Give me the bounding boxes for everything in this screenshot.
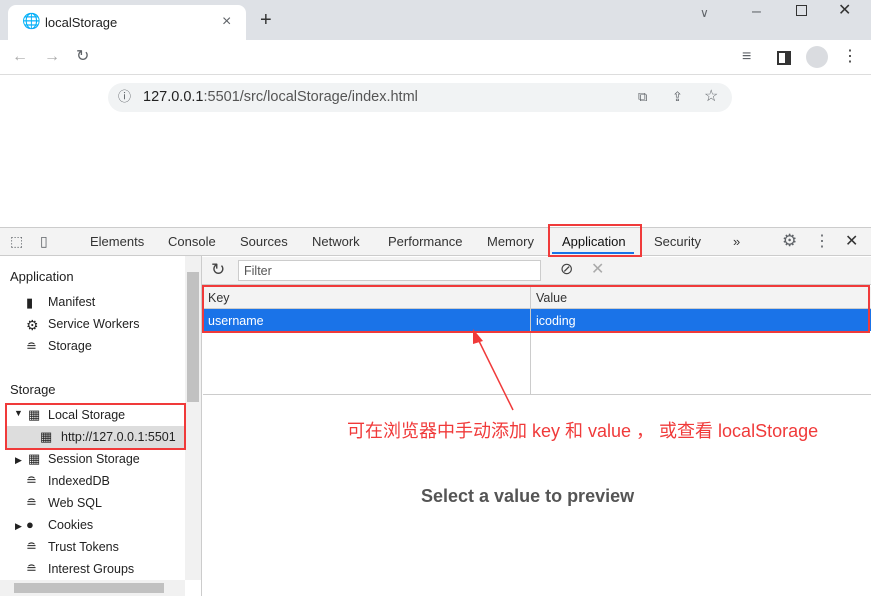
tab-performance[interactable]: Performance	[388, 234, 462, 249]
info-icon[interactable]: ⓘ	[118, 87, 131, 107]
cookie-icon: ●	[26, 517, 34, 532]
table-icon: ▦	[28, 451, 41, 466]
url-path: :5501/src/localStorage/index.html	[203, 89, 418, 105]
close-window-icon[interactable]: ✕	[838, 1, 851, 21]
back-icon[interactable]: ←	[12, 47, 28, 67]
sidebar-item-cookies[interactable]: Cookies	[48, 518, 93, 532]
database-icon: ≘	[26, 495, 37, 510]
star-icon[interactable]: ☆	[704, 87, 718, 107]
devtools-menu-icon[interactable]: ⋮	[814, 232, 830, 252]
tab-elements[interactable]: Elements	[90, 234, 144, 249]
settings-gear-icon[interactable]: ⚙	[782, 231, 797, 251]
scrollbar-thumb[interactable]	[14, 583, 164, 593]
storage-heading: Storage	[10, 382, 56, 397]
inspect-icon[interactable]: ⬚	[10, 231, 23, 251]
annotation-text: 可在浏览器中手动添加 key 和 value ， 或查看 localStorag…	[347, 421, 819, 441]
devtools-toolbar: ⬚ ▯ Elements Console Sources Network Per…	[0, 227, 871, 256]
sidebar-item-indexeddb[interactable]: IndexedDB	[48, 474, 110, 488]
tab-search-icon[interactable]: ∨	[700, 3, 709, 23]
side-panel-icon[interactable]	[777, 51, 791, 65]
menu-icon[interactable]: ⋮	[842, 47, 858, 67]
more-tabs-button[interactable]: »	[733, 234, 740, 249]
reload-icon[interactable]: ↻	[76, 47, 89, 67]
database-icon: ≘	[26, 539, 37, 554]
delete-selected-icon[interactable]: ✕	[591, 260, 604, 280]
sidebar-item-manifest[interactable]: Manifest	[48, 295, 95, 309]
browser-tab[interactable]: 🌐 localStorage ×	[8, 5, 246, 40]
preview-placeholder: Select a value to preview	[421, 486, 635, 506]
tab-strip: 🌐 localStorage × + ∨ – ✕	[0, 0, 871, 40]
highlight-application-tab	[548, 224, 642, 257]
filter-input[interactable]: Filter	[238, 260, 541, 281]
application-heading: Application	[10, 269, 74, 284]
tab-sources[interactable]: Sources	[240, 234, 288, 249]
sidebar-item-storage[interactable]: Storage	[48, 339, 92, 353]
database-icon: ≘	[26, 473, 37, 488]
tab-console[interactable]: Console	[168, 234, 216, 249]
database-icon: ≘	[26, 561, 37, 576]
refresh-icon[interactable]: ↻	[211, 260, 225, 280]
highlight-table-row	[202, 285, 870, 333]
device-toggle-icon[interactable]: ▯	[40, 231, 48, 251]
vertical-scrollbar[interactable]	[185, 256, 201, 580]
minimize-icon[interactable]: –	[752, 2, 761, 22]
close-devtools-icon[interactable]: ✕	[845, 232, 858, 252]
forward-icon[interactable]: →	[44, 47, 60, 67]
share-icon[interactable]: ⇪	[672, 87, 683, 107]
address-bar[interactable]: ⓘ 127.0.0.1:5501/src/localStorage/index.…	[108, 83, 732, 112]
close-tab-icon[interactable]: ×	[222, 12, 231, 32]
browser-toolbar: ← → ↻ ⓘ 127.0.0.1:5501/src/localStorage/…	[0, 40, 871, 112]
tab-network[interactable]: Network	[312, 234, 360, 249]
collapsed-arrow-icon[interactable]: ▶	[15, 521, 22, 532]
annotation-arrow	[473, 329, 514, 411]
horizontal-scrollbar[interactable]	[0, 580, 185, 596]
scrollbar-thumb[interactable]	[187, 272, 199, 402]
database-icon: ≘	[26, 339, 37, 354]
sidebar-item-web-sql[interactable]: Web SQL	[48, 496, 102, 510]
tab-security[interactable]: Security	[654, 234, 701, 249]
translate-icon[interactable]: ⧉	[638, 87, 647, 107]
tab-memory[interactable]: Memory	[487, 234, 534, 249]
url-host: 127.0.0.1	[143, 89, 204, 105]
clear-all-icon[interactable]: ⊘	[560, 260, 573, 280]
manifest-icon: ▮	[26, 295, 34, 310]
new-tab-button[interactable]: +	[260, 10, 272, 30]
gear-icon: ⚙	[26, 317, 39, 333]
sidebar-item-trust-tokens[interactable]: Trust Tokens	[48, 540, 119, 554]
sidebar-item-interest-groups[interactable]: Interest Groups	[48, 562, 134, 576]
sidebar-item-session-storage[interactable]: Session Storage	[48, 452, 140, 466]
reading-list-icon[interactable]: ≡	[742, 47, 751, 67]
maximize-icon[interactable]	[796, 5, 807, 16]
collapsed-arrow-icon[interactable]: ▶	[15, 455, 22, 466]
tab-title: localStorage	[45, 15, 118, 30]
profile-avatar[interactable]	[806, 46, 828, 68]
highlight-local-storage	[5, 403, 186, 450]
sidebar-item-service-workers[interactable]: Service Workers	[48, 317, 139, 331]
globe-icon: 🌐	[22, 13, 41, 30]
